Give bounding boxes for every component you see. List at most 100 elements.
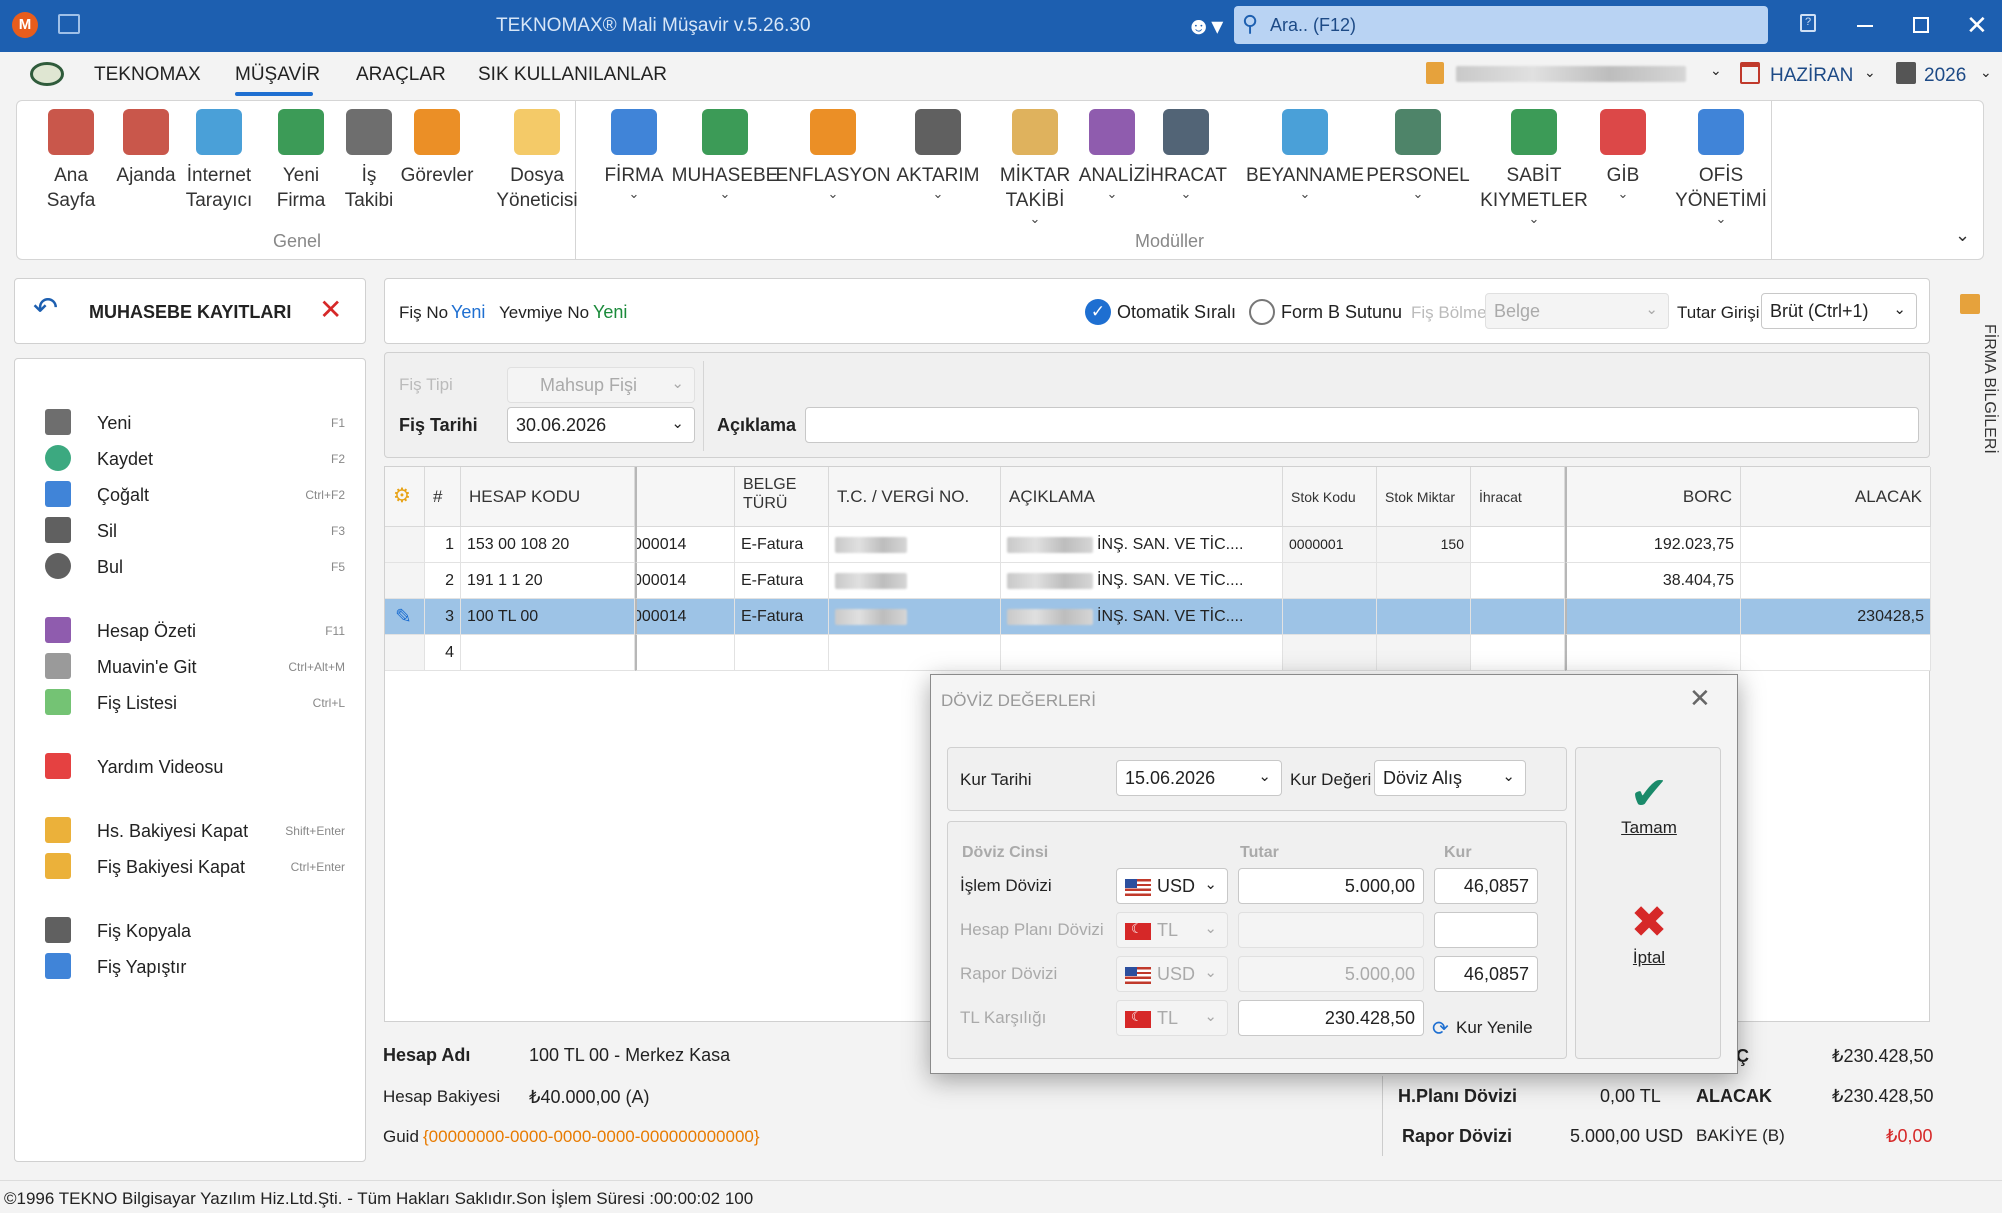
col-tc-vergi[interactable]: T.C. / VERGİ NO. <box>829 467 1001 527</box>
grid-cell[interactable] <box>1377 563 1471 599</box>
auto-order-checkbox[interactable]: ✓ <box>1085 299 1111 325</box>
grid-cell[interactable]: 192.023,75 <box>1565 527 1741 563</box>
grid-cell[interactable]: 38.404,75 <box>1565 563 1741 599</box>
left-menu-item[interactable]: Muavin'e Git Ctrl+Alt+M <box>45 653 345 683</box>
grid-cell[interactable] <box>385 563 425 599</box>
user-icon[interactable]: ☻▾ <box>1186 12 1223 41</box>
grid-cell[interactable] <box>1001 635 1283 671</box>
table-row[interactable]: ✎ 3 100 TL 00 000014 E-Fatura İNŞ. SAN. VE Tİ… <box>385 599 1931 635</box>
left-menu-item[interactable]: Fiş Kopyala <box>45 917 345 947</box>
amount-input[interactable]: 5.000,00 <box>1238 868 1424 904</box>
grid-cell[interactable] <box>1471 527 1565 563</box>
cancel-button[interactable]: ✖ İptal <box>1576 898 1722 998</box>
grid-cell[interactable] <box>829 599 1001 635</box>
grid-cell[interactable]: İNŞ. SAN. VE TİC.... <box>1001 563 1283 599</box>
left-menu-item[interactable]: Hs. Bakiyesi Kapat Shift+Enter <box>45 817 345 847</box>
ribbon-collapse-icon[interactable]: ⌄ <box>1955 225 1970 246</box>
ribbon-module-2[interactable]: ENFLASYON ⌄ <box>763 109 903 200</box>
col-hesap-kodu[interactable]: HESAP KODU <box>461 467 635 527</box>
left-menu-item[interactable]: Çoğalt Ctrl+F2 <box>45 481 345 511</box>
grid-cell[interactable] <box>461 635 635 671</box>
grid-cell[interactable]: 100 TL 00 <box>461 599 635 635</box>
aciklama-input[interactable] <box>805 407 1919 443</box>
fis-bolme-select[interactable]: Belge ⌄ <box>1485 293 1669 329</box>
side-tab-firma-bilgileri[interactable]: FİRMA BİLGİLERİ <box>1950 290 1998 470</box>
search-box[interactable]: ⚲ Ara.. (F12) <box>1234 6 1768 44</box>
grid-cell[interactable]: 2 <box>425 563 461 599</box>
amount-input[interactable] <box>1238 912 1424 948</box>
col-no[interactable]: # <box>425 467 461 527</box>
close-icon[interactable]: ✕ <box>1966 10 1988 41</box>
grid-cell[interactable]: E-Fatura <box>735 599 829 635</box>
col-belge-turu[interactable]: BELGE TÜRÜ <box>735 467 829 527</box>
left-menu-item[interactable]: Fiş Listesi Ctrl+L <box>45 689 345 719</box>
grid-cell[interactable]: 000014 <box>635 563 735 599</box>
menu-musavir[interactable]: MÜŞAVİR <box>235 64 320 86</box>
left-menu-item[interactable]: Bul F5 <box>45 553 345 583</box>
col-borc[interactable]: BORC <box>1565 467 1741 527</box>
grid-cell[interactable] <box>1565 599 1741 635</box>
grid-cell[interactable] <box>1471 635 1565 671</box>
grid-cell[interactable] <box>1283 635 1377 671</box>
grid-cell[interactable] <box>1741 635 1931 671</box>
tutar-girisi-select[interactable]: Brüt (Ctrl+1) ⌄ <box>1761 293 1917 329</box>
form-b-checkbox[interactable] <box>1249 299 1275 325</box>
grid-cell[interactable]: 000014 <box>635 527 735 563</box>
left-menu-item[interactable]: Fiş Bakiyesi Kapat Ctrl+Enter <box>45 853 345 883</box>
grid-cell[interactable] <box>1741 527 1931 563</box>
grid-cell[interactable] <box>829 527 1001 563</box>
grid-cell[interactable] <box>1741 563 1931 599</box>
col-ihracat[interactable]: İhracat <box>1471 467 1565 527</box>
col-belge-no[interactable] <box>635 467 735 527</box>
kur-tarihi-select[interactable]: 15.06.2026 ⌄ <box>1116 760 1282 796</box>
grid-cell[interactable]: 230428,5 <box>1741 599 1931 635</box>
currency-select[interactable]: TL ⌄ <box>1116 1000 1228 1036</box>
grid-cell[interactable] <box>1283 563 1377 599</box>
col-alacak[interactable]: ALACAK <box>1741 467 1931 527</box>
left-menu-item[interactable]: Hesap Özeti F11 <box>45 617 345 647</box>
ribbon-general-2[interactable]: İnternet Tarayıcı <box>169 109 269 213</box>
grid-cell[interactable]: İNŞ. SAN. VE TİC.... <box>1001 599 1283 635</box>
grid-cell[interactable]: 0000001 <box>1283 527 1377 563</box>
grid-cell[interactable]: E-Fatura <box>735 563 829 599</box>
col-stok-kodu[interactable]: Stok Kodu <box>1283 467 1377 527</box>
ok-button[interactable]: ✔ Tamam <box>1576 768 1722 868</box>
grid-cell[interactable] <box>635 635 735 671</box>
rate-input[interactable]: 46,0857 <box>1434 868 1538 904</box>
grid-cell[interactable] <box>1377 599 1471 635</box>
ribbon-module-11[interactable]: OFİS YÖNETİMİ ⌄ <box>1649 109 1793 225</box>
grid-cell[interactable]: 4 <box>425 635 461 671</box>
grid-cell[interactable] <box>829 563 1001 599</box>
edit-pencil-icon[interactable]: ✎ <box>385 599 425 635</box>
table-row[interactable]: 1 153 00 108 20 000014 E-Fatura İNŞ. SAN. VE… <box>385 527 1931 563</box>
help-icon[interactable]: ? <box>1800 14 1816 32</box>
grid-cell[interactable] <box>1471 599 1565 635</box>
dialog-close-icon[interactable]: ✕ <box>1689 683 1711 714</box>
grid-cell[interactable]: 153 00 108 20 <box>461 527 635 563</box>
fis-tipi-select[interactable]: Mahsup Fişi ⌄ <box>507 367 695 403</box>
currency-select[interactable]: USD ⌄ <box>1116 868 1228 904</box>
grid-menu-icon[interactable] <box>58 14 80 34</box>
ribbon-general-0[interactable]: Ana Sayfa <box>31 109 111 213</box>
fis-tarihi-select[interactable]: 30.06.2026 ⌄ <box>507 407 695 443</box>
left-menu-item[interactable]: Sil F3 <box>45 517 345 547</box>
month-selector[interactable]: HAZİRAN <box>1770 65 1853 87</box>
grid-cell[interactable] <box>1471 563 1565 599</box>
menu-araclar[interactable]: ARAÇLAR <box>356 64 446 86</box>
refresh-icon[interactable]: ⟳ <box>1432 1016 1449 1041</box>
left-menu-item[interactable]: Yardım Videosu <box>45 753 345 783</box>
left-menu-item[interactable]: Yeni F1 <box>45 409 345 439</box>
kur-degeri-select[interactable]: Döviz Alış ⌄ <box>1374 760 1526 796</box>
close-panel-icon[interactable]: ✕ <box>319 293 342 326</box>
year-selector[interactable]: 2026 <box>1924 65 1966 87</box>
back-icon[interactable]: ↶ <box>33 291 58 326</box>
rate-input[interactable] <box>1434 912 1538 948</box>
menu-sik-kullanilanlar[interactable]: SIK KULLANILANLAR <box>478 64 667 86</box>
table-row[interactable]: 4 <box>385 635 1931 671</box>
rate-input[interactable]: 46,0857 <box>1434 956 1538 992</box>
grid-cell[interactable] <box>385 635 425 671</box>
company-selector[interactable]: ⌄ <box>1426 60 1728 88</box>
currency-select[interactable]: USD ⌄ <box>1116 956 1228 992</box>
col-stok-miktar[interactable]: Stok Miktar <box>1377 467 1471 527</box>
grid-cell[interactable]: 150 <box>1377 527 1471 563</box>
